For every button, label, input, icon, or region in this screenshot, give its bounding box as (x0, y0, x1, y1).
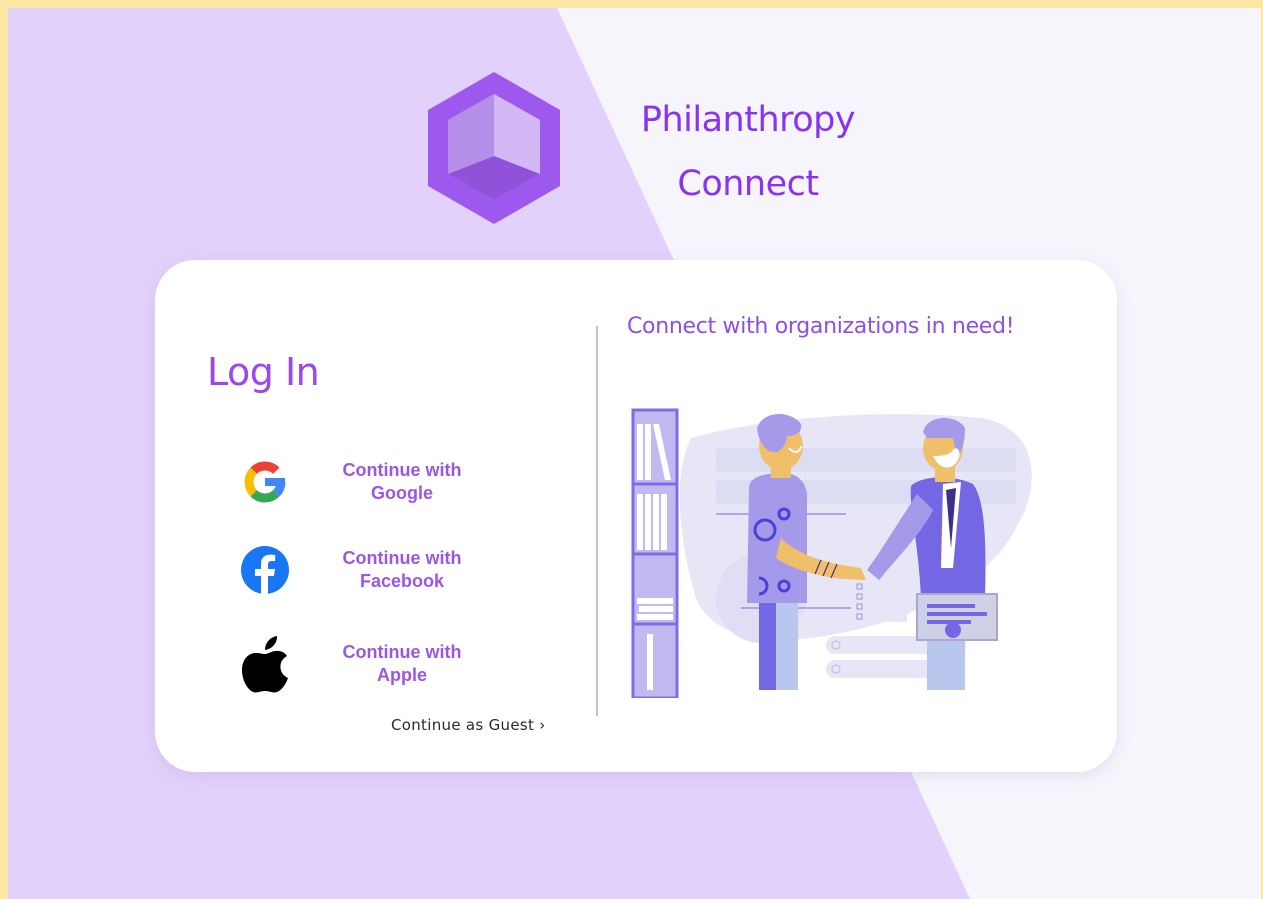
continue-with-apple-button[interactable]: Continue with Apple (237, 636, 497, 693)
google-icon (237, 454, 293, 510)
app-title-line1: Philanthropy (640, 100, 856, 140)
login-card: Log In Continue with Google Continue wit… (155, 260, 1117, 772)
continue-as-guest-link[interactable]: Continue as Guest › (391, 716, 546, 734)
divider (596, 326, 598, 716)
page-background: Philanthropy Connect Log In Continue wit… (8, 8, 1261, 899)
promo-tagline: Connect with organizations in need! (627, 314, 1015, 339)
app-logo-icon (428, 72, 560, 224)
continue-with-google-button[interactable]: Continue with Google (237, 454, 497, 510)
continue-with-facebook-button[interactable]: Continue with Facebook (237, 542, 497, 598)
facebook-icon (237, 542, 293, 598)
app-title: Philanthropy Connect (608, 88, 888, 216)
handshake-illustration (631, 408, 1032, 698)
apple-icon (237, 636, 293, 693)
login-title: Log In (207, 350, 320, 394)
apple-label: Continue with Apple (342, 642, 462, 685)
google-label: Continue with Google (342, 460, 462, 503)
app-title-line2: Connect (677, 164, 819, 204)
facebook-label: Continue with Facebook (342, 548, 462, 591)
